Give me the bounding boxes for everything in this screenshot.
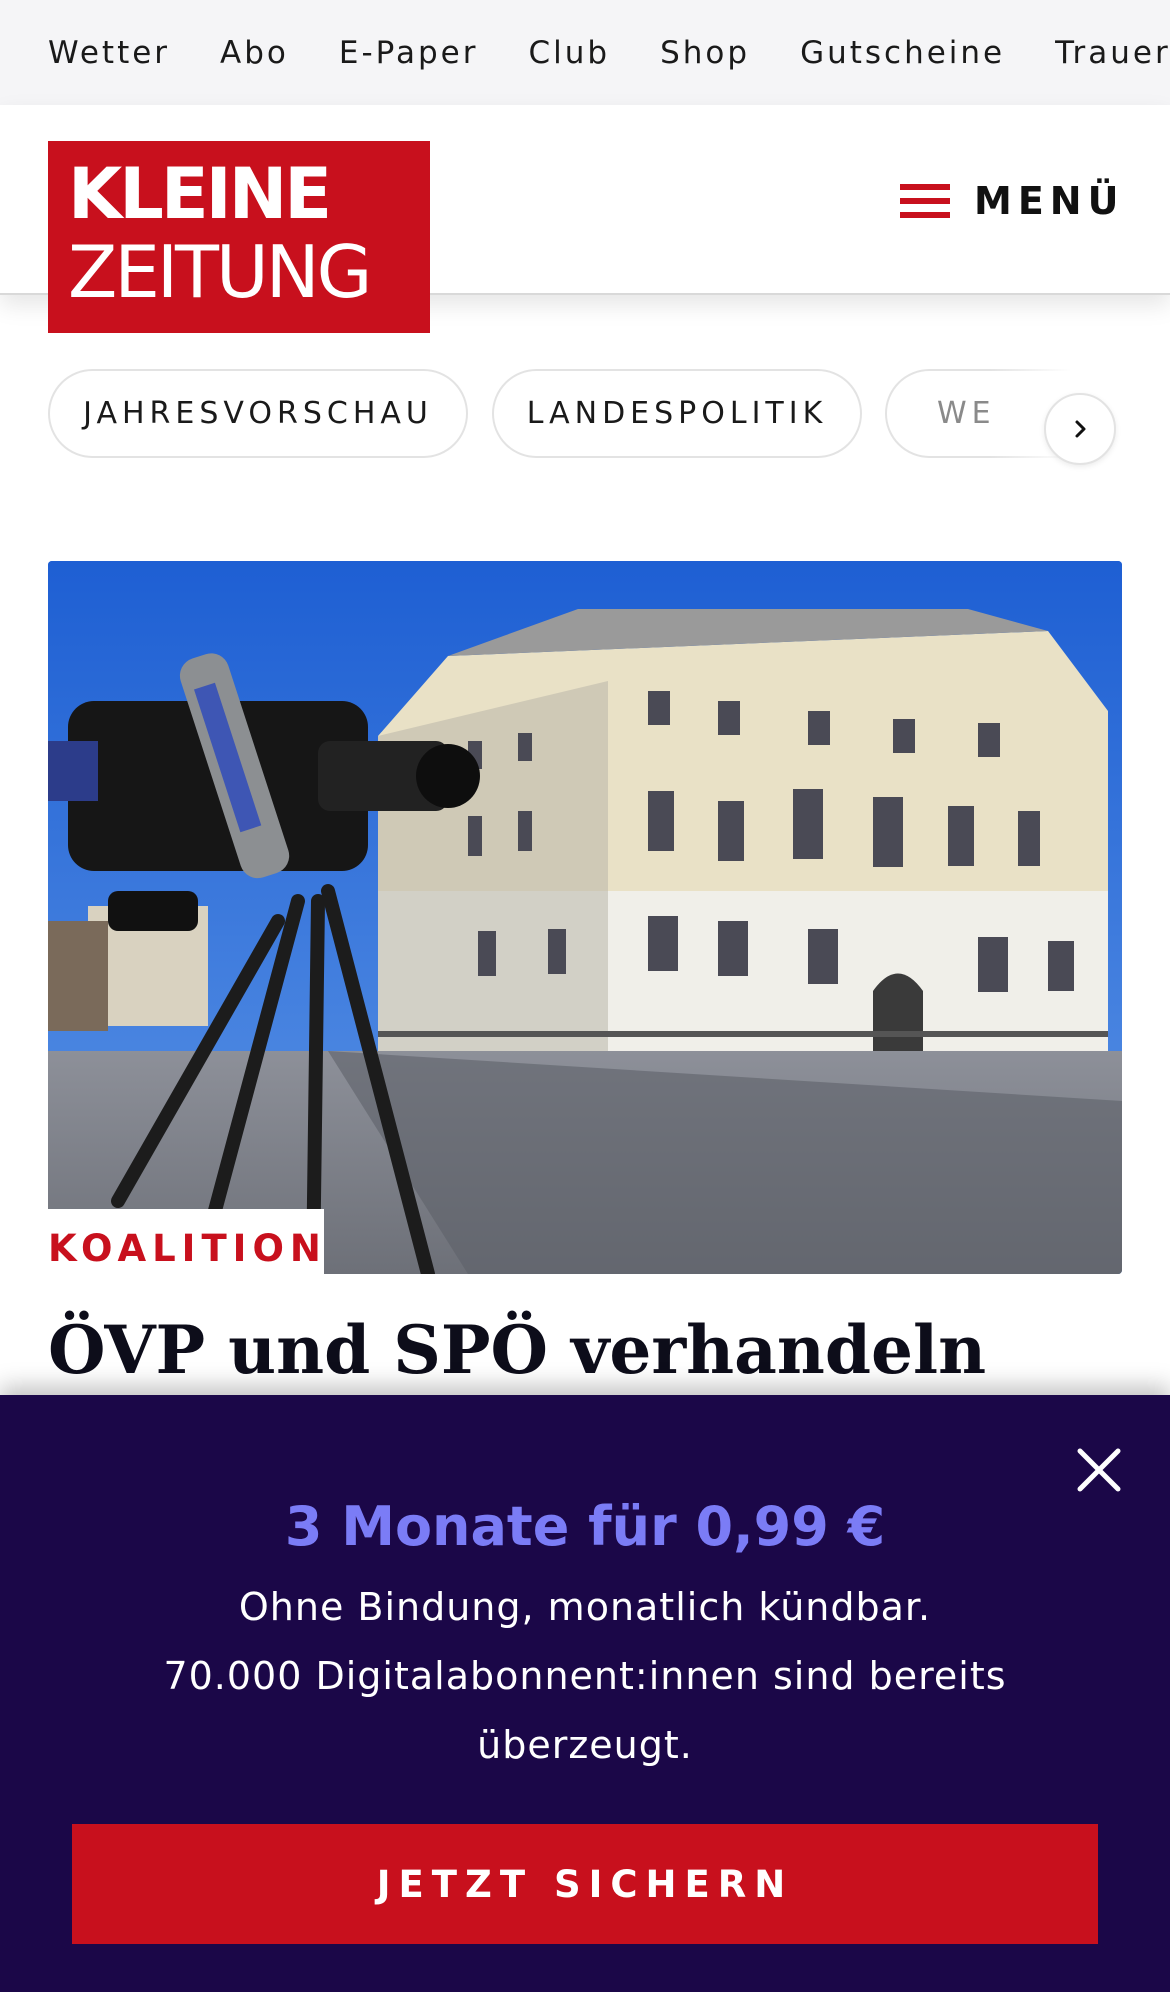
promo-cta-button[interactable]: JETZT SICHERN: [72, 1824, 1098, 1944]
topnav-link-trauerportal[interactable]: Trauerportal: [1055, 35, 1170, 71]
logo-line-1: KLEINE: [68, 153, 332, 235]
chevron-right-icon: [1075, 420, 1086, 438]
promo-line-1: Ohne Bindung, monatlich kündbar.: [238, 1585, 932, 1629]
menu-button[interactable]: MENÜ: [900, 171, 1124, 231]
hero-photo-illustration: [48, 561, 1122, 1274]
topnav-link-gutscheine[interactable]: Gutscheine: [800, 35, 1005, 71]
topnav-link-epaper[interactable]: E-Paper: [339, 35, 479, 71]
promo-close-button[interactable]: [1074, 1445, 1124, 1495]
article-hero-image[interactable]: [48, 561, 1122, 1274]
site-logo[interactable]: KLEINE ZEITUNG: [48, 141, 430, 333]
top-utility-nav-list: Wetter Abo E-Paper Club Shop Gutscheine …: [48, 0, 1170, 105]
topic-chip-jahresvorschau[interactable]: JAHRESVORSCHAU: [48, 369, 468, 458]
article-kicker-box: KOALITION: [48, 1209, 324, 1275]
chip-scroll-next-button[interactable]: [1044, 393, 1116, 465]
hamburger-icon: [900, 182, 950, 220]
promo-line-2: 70.000 Digitalabonnent:innen sind bereit…: [163, 1654, 1007, 1698]
logo-line-2: ZEITUNG: [68, 230, 372, 314]
topnav-link-shop[interactable]: Shop: [660, 35, 750, 71]
subscription-promo-overlay: 3 Monate für 0,99 € Ohne Bindung, monatl…: [0, 1395, 1170, 1992]
close-icon: [1077, 1448, 1121, 1492]
promo-title: 3 Monate für 0,99 €: [284, 1495, 886, 1558]
topic-chip-landespolitik[interactable]: LANDESPOLITIK: [492, 369, 862, 458]
topnav-link-club[interactable]: Club: [528, 35, 610, 71]
menu-label: MENÜ: [974, 179, 1125, 223]
promo-description: Ohne Bindung, monatlich kündbar. 70.000 …: [100, 1573, 1070, 1780]
site-header: KLEINE ZEITUNG MENÜ: [0, 105, 1170, 333]
article-kicker[interactable]: KOALITION: [48, 1227, 327, 1270]
article-headline[interactable]: ÖVP und SPÖ verhandeln: [48, 1310, 1128, 1390]
promo-line-3: überzeugt.: [477, 1723, 693, 1767]
topnav-link-wetter[interactable]: Wetter: [48, 35, 170, 71]
topnav-link-abo[interactable]: Abo: [220, 35, 289, 71]
topic-chip-bar: JAHRESVORSCHAU LANDESPOLITIK WE: [0, 369, 1170, 465]
top-utility-nav: Wetter Abo E-Paper Club Shop Gutscheine …: [0, 0, 1170, 105]
